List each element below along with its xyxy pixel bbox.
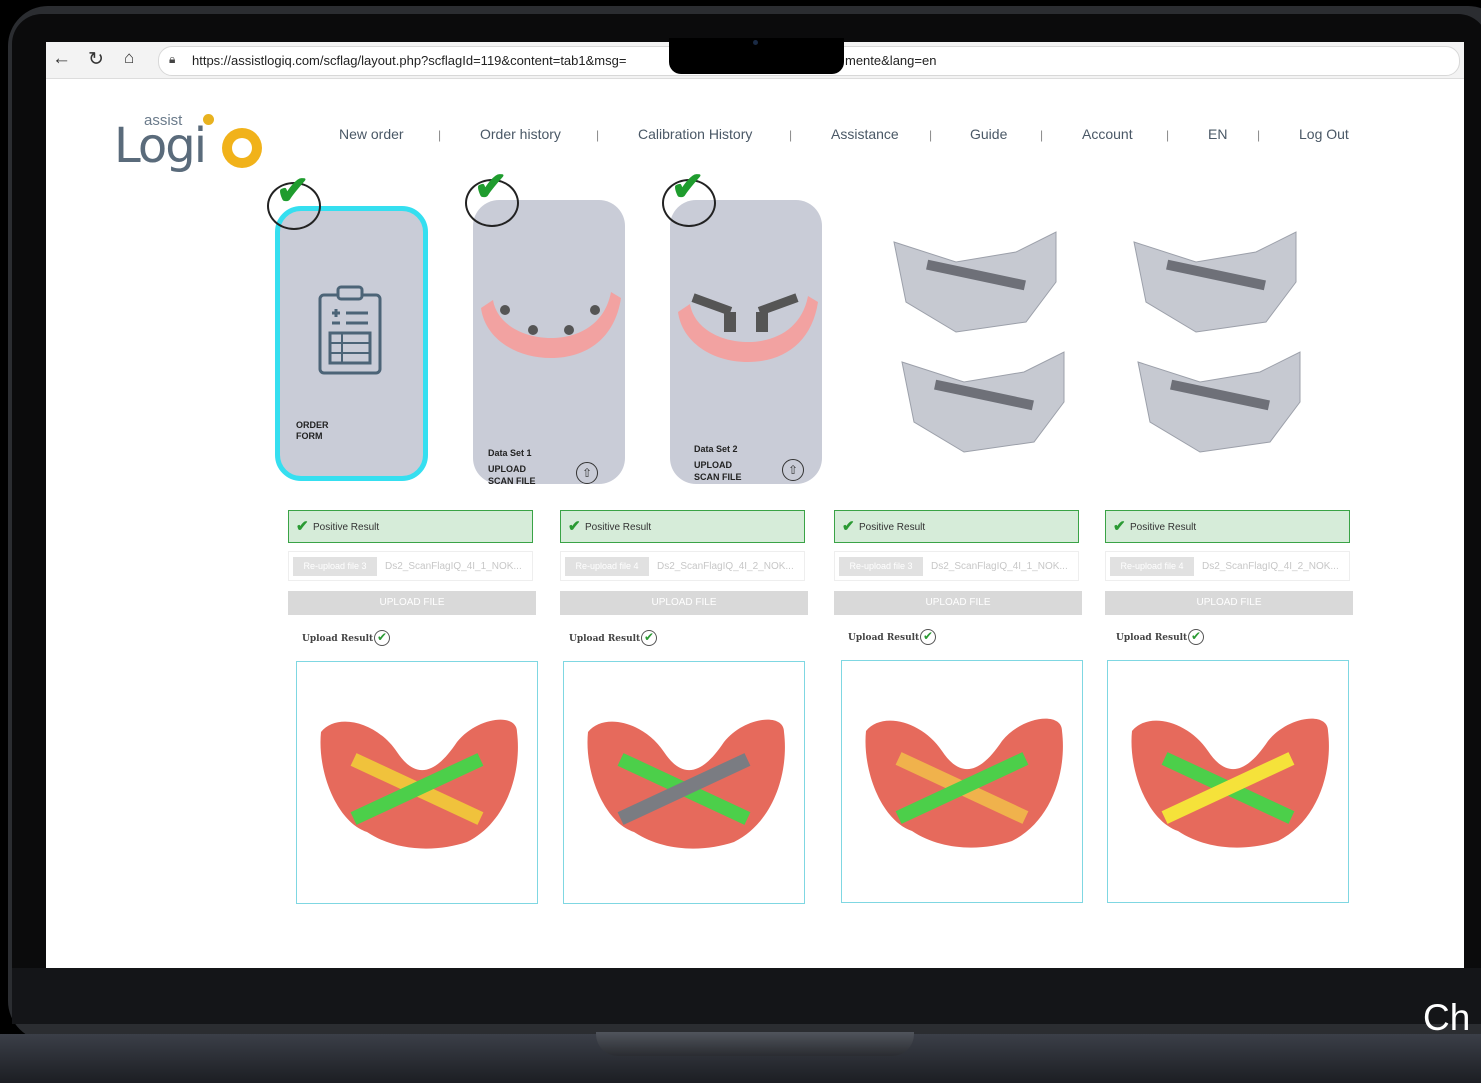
nav-assistance[interactable]: Assistance xyxy=(831,126,899,142)
check-icon: ✔ xyxy=(842,518,855,535)
upload-result-label: Upload Result xyxy=(569,634,641,644)
dental-arch-with-scanbody-image xyxy=(678,293,818,362)
camera-icon xyxy=(753,40,758,45)
lock-icon: 🔒︎ xyxy=(169,52,176,66)
data-set-2-card[interactable]: Data Set 2 UPLOAD SCAN FILE ⇧ xyxy=(670,200,822,484)
result-image-box[interactable] xyxy=(296,661,538,904)
positive-result-text: Positive Result xyxy=(585,522,652,533)
file-name: Ds2_ScanFlagIQ_4I_2_NOK... xyxy=(657,561,794,572)
data-set-label: Data Set 2 xyxy=(694,444,738,454)
upload-file-button[interactable]: UPLOAD FILE xyxy=(560,591,808,615)
upload-result-label: Upload Result xyxy=(1116,633,1188,643)
upload-icon[interactable]: ⇧ xyxy=(576,462,598,484)
reupload-button[interactable]: Re-upload file 3 xyxy=(293,557,377,576)
file-name: Ds2_ScanFlagIQ_4I_1_NOK... xyxy=(385,561,522,572)
check-icon: ✔ xyxy=(1113,518,1126,535)
check-icon: ✔ xyxy=(568,518,581,535)
order-form-label-2: FORM xyxy=(296,431,323,441)
scan-model xyxy=(893,231,1301,453)
reupload-row: Re-upload file 4 Ds2_ScanFlagIQ_4I_2_NOK.… xyxy=(1105,551,1350,581)
back-icon[interactable]: ← xyxy=(52,48,71,70)
laptop-bottom-bezel xyxy=(12,968,1481,1024)
upload-file-button[interactable]: UPLOAD FILE xyxy=(834,591,1082,615)
result-image-box[interactable] xyxy=(1107,660,1349,903)
positive-result-banner: ✔ Positive Result xyxy=(1105,510,1350,543)
dental-arch-scan-image xyxy=(481,292,621,358)
nav-separator: | xyxy=(789,128,793,142)
upload-file-button[interactable]: UPLOAD FILE xyxy=(1105,591,1353,615)
laptop-hinge xyxy=(596,1032,914,1056)
deviation-map-image xyxy=(320,719,518,849)
result-image-box[interactable] xyxy=(563,661,805,904)
file-name: Ds2_ScanFlagIQ_4I_2_NOK... xyxy=(1202,561,1339,572)
reupload-row: Re-upload file 3 Ds2_ScanFlagIQ_4I_1_NOK.… xyxy=(288,551,533,581)
nav-guide[interactable]: Guide xyxy=(970,126,1007,142)
positive-result-text: Positive Result xyxy=(1130,522,1197,533)
order-form-label: ORDER xyxy=(296,420,329,430)
nav-separator: | xyxy=(596,128,600,142)
camera-notch xyxy=(669,38,844,74)
overlay-caption: Ch xyxy=(1423,997,1471,1038)
check-icon: ✔ xyxy=(374,630,390,646)
upload-label: UPLOAD xyxy=(694,460,732,470)
deviation-map-image xyxy=(865,718,1063,848)
reload-icon[interactable]: ↻ xyxy=(88,48,104,71)
positive-result-text: Positive Result xyxy=(859,522,926,533)
positive-result-banner: ✔ Positive Result xyxy=(288,510,533,543)
nav-separator: | xyxy=(1166,128,1170,142)
nav-calibration-history[interactable]: Calibration History xyxy=(638,126,752,142)
reupload-button[interactable]: Re-upload file 4 xyxy=(565,557,649,576)
check-icon: ✔ xyxy=(920,629,936,645)
url-text-end[interactable]: mente&lang=en xyxy=(845,53,936,68)
checkmark-icon: ✔ xyxy=(671,165,705,209)
url-text[interactable]: https://assistlogiq.com/scflag/layout.ph… xyxy=(192,53,626,68)
logo-q-hole xyxy=(232,138,252,158)
positive-result-banner: ✔ Positive Result xyxy=(560,510,805,543)
data-set-1-card[interactable]: Data Set 1 UPLOAD SCAN FILE ⇧ xyxy=(473,200,625,486)
nav-account[interactable]: Account xyxy=(1082,126,1133,142)
order-form-card[interactable]: ORDER FORM xyxy=(275,206,428,481)
upload-icon[interactable]: ⇧ xyxy=(782,459,804,481)
checkmark-icon: ✔ xyxy=(474,165,508,209)
clipboard-icon xyxy=(318,285,382,375)
logo-logi-text: Logi xyxy=(114,118,207,174)
nav-log-out[interactable]: Log Out xyxy=(1299,126,1349,142)
screen: ← ↻ ⌂ 🔒︎ https://assistlogiq.com/scflag/… xyxy=(46,42,1464,968)
scan-file-label: SCAN FILE xyxy=(694,472,742,482)
positive-result-text: Positive Result xyxy=(313,522,380,533)
check-icon: ✔ xyxy=(296,518,309,535)
check-icon: ✔ xyxy=(641,630,657,646)
nav-separator: | xyxy=(438,128,442,142)
positive-result-banner: ✔ Positive Result xyxy=(834,510,1079,543)
reupload-row: Re-upload file 3 Ds2_ScanFlagIQ_4I_1_NOK.… xyxy=(834,551,1079,581)
reupload-button[interactable]: Re-upload file 3 xyxy=(839,557,923,576)
reupload-button[interactable]: Re-upload file 4 xyxy=(1110,557,1194,576)
scan-model-images xyxy=(893,231,1301,453)
assistlogiq-logo[interactable]: assist Logi xyxy=(114,112,264,174)
deviation-map-image xyxy=(587,719,785,849)
deviation-map-image xyxy=(1131,718,1329,848)
upload-label: UPLOAD xyxy=(488,464,526,474)
scan-file-label: SCAN FILE xyxy=(488,476,536,486)
nav-separator: | xyxy=(1257,128,1261,142)
result-image-box[interactable] xyxy=(841,660,1083,903)
nav-separator: | xyxy=(929,128,933,142)
nav-language[interactable]: EN xyxy=(1208,126,1227,142)
upload-result-label: Upload Result xyxy=(848,633,920,643)
home-icon[interactable]: ⌂ xyxy=(124,48,134,68)
check-icon: ✔ xyxy=(1188,629,1204,645)
checkmark-icon: ✔ xyxy=(276,169,310,213)
nav-new-order[interactable]: New order xyxy=(339,126,404,142)
reupload-row: Re-upload file 4 Ds2_ScanFlagIQ_4I_2_NOK.… xyxy=(560,551,805,581)
nav-order-history[interactable]: Order history xyxy=(480,126,561,142)
upload-result-label: Upload Result xyxy=(302,634,374,644)
file-name: Ds2_ScanFlagIQ_4I_1_NOK... xyxy=(931,561,1068,572)
upload-file-button[interactable]: UPLOAD FILE xyxy=(288,591,536,615)
data-set-label: Data Set 1 xyxy=(488,448,532,458)
nav-separator: | xyxy=(1040,128,1044,142)
